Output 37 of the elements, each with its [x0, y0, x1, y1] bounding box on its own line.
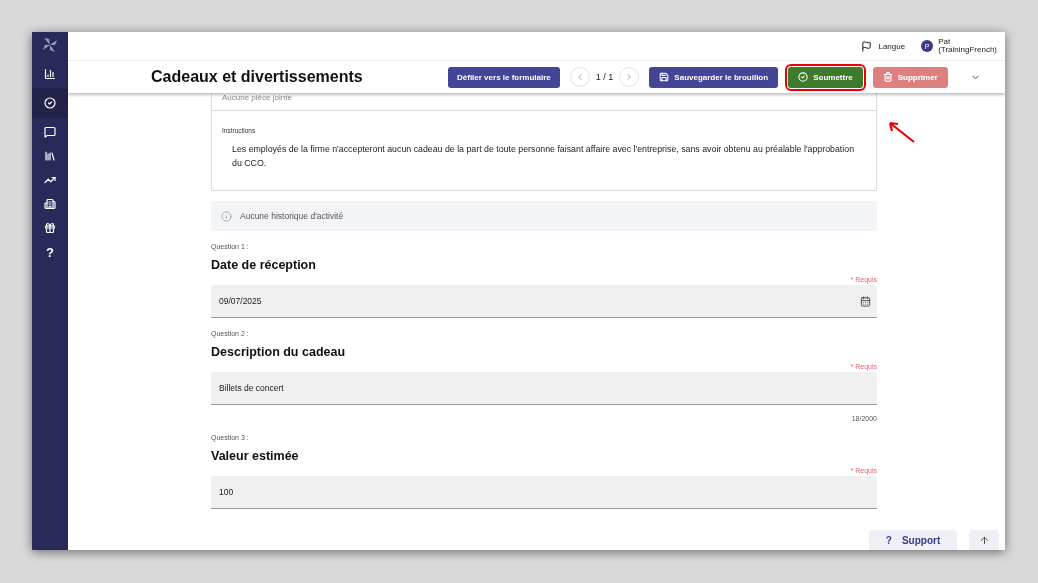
- question-title: Date de réception: [211, 258, 317, 272]
- library-icon: [44, 150, 56, 162]
- info-icon: [221, 210, 232, 222]
- save-button[interactable]: Sauvegarder le brouillon: [649, 66, 779, 88]
- attachments-text: Aucune pièce jointe: [212, 93, 876, 111]
- user-name: Pat: [938, 38, 952, 46]
- trend-icon: [44, 174, 56, 186]
- chart-icon: [44, 68, 56, 80]
- calendar-icon[interactable]: [860, 295, 871, 307]
- help-icon: ?: [885, 534, 892, 546]
- arrow-up-icon: [978, 534, 990, 546]
- language-link[interactable]: Langue: [878, 41, 906, 51]
- date-field[interactable]: 09/07/2025: [211, 285, 877, 318]
- check-icon: [44, 97, 56, 109]
- flag-icon: [861, 40, 873, 52]
- question-title: Description du cadeau: [211, 345, 347, 359]
- annotation-arrow: [886, 120, 916, 144]
- scroll-to-form-button[interactable]: Défiler vers le formulaire: [448, 66, 560, 88]
- user-org: (TrainingFrench): [938, 46, 997, 54]
- nav-item[interactable]: [32, 88, 68, 118]
- text-field[interactable]: 100: [211, 476, 877, 509]
- trash-icon: [882, 72, 893, 82]
- activity-text: Aucune historique d'activité: [240, 211, 344, 221]
- page-title: Cadeaux et divertissements: [151, 68, 364, 86]
- instructions-text: Les employés de la firme n'accepteront aucun cadeau de la part de toute personne faisant affaire avec l'entreprise, sans avoir obtenu au préalable l'approbation du CCO.: [231, 143, 856, 170]
- support-button[interactable]: ? Support: [869, 530, 957, 550]
- logo-icon: [41, 36, 59, 54]
- text-field[interactable]: Billets de concert: [211, 372, 877, 405]
- check-circle-icon: [798, 72, 809, 82]
- help-item[interactable]: ?: [32, 242, 68, 262]
- gift-icon: [44, 222, 56, 234]
- submit-button[interactable]: Soumettre: [788, 66, 863, 88]
- page-counter: 1 / 1: [595, 72, 614, 82]
- question-title: Valeur estimée: [211, 449, 300, 463]
- building-icon: [44, 198, 56, 210]
- scroll-top-button[interactable]: [969, 530, 999, 550]
- chat-icon: [44, 126, 56, 138]
